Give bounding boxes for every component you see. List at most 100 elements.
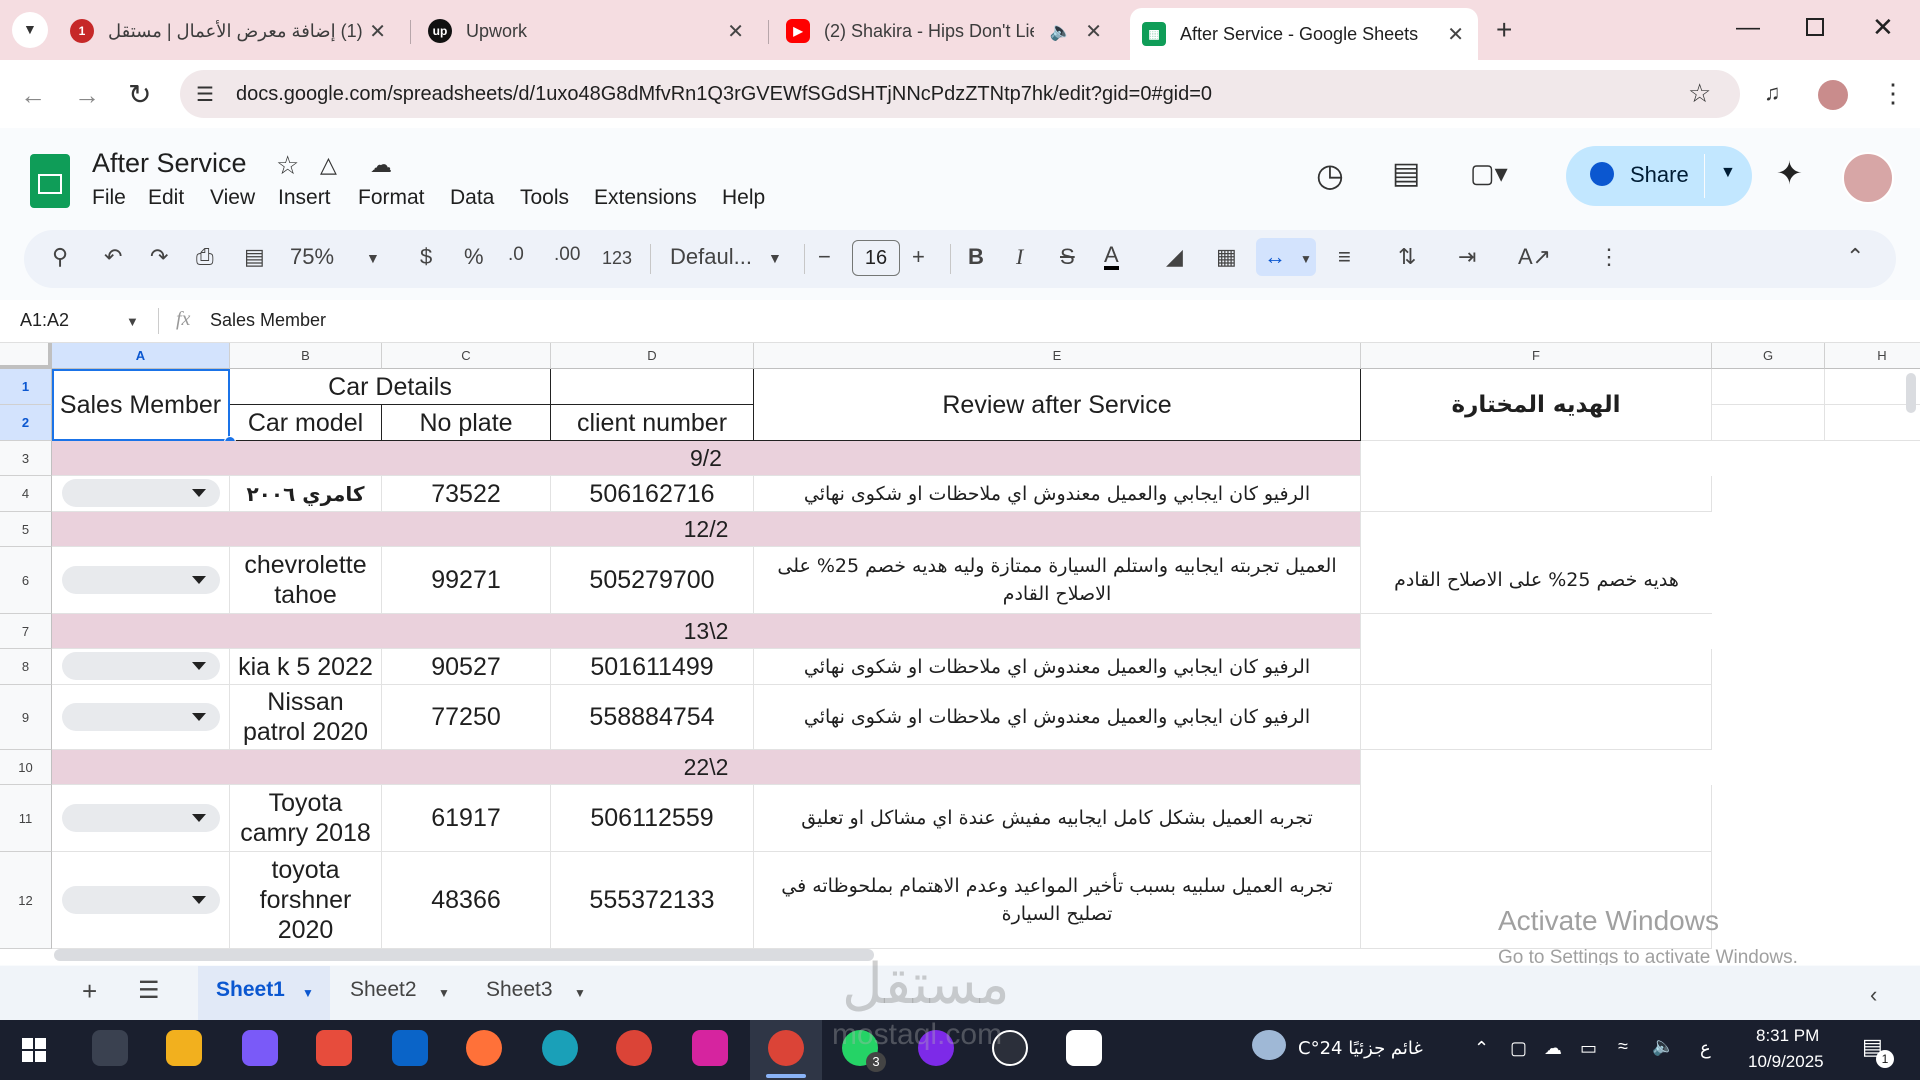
sales-member-dropdown[interactable] xyxy=(62,886,220,914)
date-row-3[interactable]: 9/2 xyxy=(52,441,1361,476)
weather-icon[interactable] xyxy=(1252,1030,1286,1060)
print-icon[interactable]: ⎙ xyxy=(196,244,214,270)
date-row-7[interactable]: 13\2 xyxy=(52,614,1361,649)
decrease-decimal-button[interactable]: .0 xyxy=(508,244,524,266)
browser-menu-icon[interactable]: ⋮ xyxy=(1880,78,1906,109)
menu-help[interactable]: Help xyxy=(722,186,765,210)
column-header-b[interactable]: B xyxy=(230,343,382,369)
menu-insert[interactable]: Insert xyxy=(278,186,331,210)
microsoft-store-icon[interactable] xyxy=(316,1030,352,1066)
url-text[interactable]: docs.google.com/spreadsheets/d/1uxo48G8d… xyxy=(236,83,1212,106)
currency-format-button[interactable]: $ xyxy=(420,244,432,270)
header-car-details[interactable]: Car Details xyxy=(230,369,551,405)
firefox-icon[interactable] xyxy=(466,1030,502,1066)
bookmark-star-icon[interactable]: ☆ xyxy=(1688,78,1711,109)
borders-icon[interactable]: ▦ xyxy=(1216,244,1237,270)
profile-avatar[interactable] xyxy=(1818,80,1848,110)
review-cell[interactable]: الرفيو كان ايجابي والعميل معندوش اي ملاح… xyxy=(754,476,1361,512)
date-row-5[interactable]: 12/2 xyxy=(52,512,1361,547)
text-rotation-icon[interactable]: A↗ xyxy=(1518,244,1551,270)
back-icon[interactable]: ← xyxy=(20,80,46,111)
column-header-e[interactable]: E xyxy=(754,343,1361,369)
row-header-7[interactable]: 7 xyxy=(0,614,52,649)
row-header-8[interactable]: 8 xyxy=(0,649,52,685)
menu-tools[interactable]: Tools xyxy=(520,186,569,210)
sales-member-cell[interactable] xyxy=(52,547,230,614)
header-client-number[interactable]: client number xyxy=(551,405,754,441)
sheet-tab-sheet1[interactable]: Sheet1 xyxy=(216,978,285,1002)
more-options-icon[interactable]: ⋮ xyxy=(1598,244,1620,270)
clock-time[interactable]: 8:31 PM xyxy=(1756,1026,1819,1046)
sheet-tab-sheet3[interactable]: Sheet3 xyxy=(486,978,553,1002)
menu-extensions[interactable]: Extensions xyxy=(594,186,697,210)
copilot-icon[interactable] xyxy=(242,1030,278,1066)
windows-start-icon[interactable] xyxy=(22,1038,46,1062)
italic-button[interactable]: I xyxy=(1016,244,1023,270)
row-header-4[interactable]: 4 xyxy=(0,476,52,512)
zoom-select[interactable]: 75% xyxy=(290,244,334,270)
sales-member-cell[interactable] xyxy=(52,476,230,512)
chevron-down-icon[interactable]: ▼ xyxy=(302,986,314,1000)
close-window-icon[interactable]: ✕ xyxy=(1872,12,1894,43)
clock-date[interactable]: 10/9/2025 xyxy=(1748,1052,1824,1072)
sheets-logo[interactable] xyxy=(30,154,70,208)
increase-decimal-button[interactable]: .00 xyxy=(554,244,580,266)
task-view-icon[interactable] xyxy=(92,1030,128,1066)
star-icon[interactable]: ☆ xyxy=(276,150,299,181)
close-tab-icon[interactable]: ✕ xyxy=(1447,22,1464,47)
close-tab-icon[interactable]: ✕ xyxy=(727,19,744,44)
collapse-sidepanel-icon[interactable]: ‹ xyxy=(1870,982,1877,1008)
plate-cell[interactable]: 99271 xyxy=(382,547,551,614)
column-header-a[interactable]: A xyxy=(52,343,230,369)
restore-icon[interactable] xyxy=(1806,18,1824,36)
edge-icon[interactable] xyxy=(542,1030,578,1066)
fill-color-icon[interactable]: ◢ xyxy=(1166,244,1183,270)
document-title[interactable]: After Service xyxy=(92,148,247,179)
share-button[interactable]: Share ▼ xyxy=(1566,146,1752,206)
move-to-drive-icon[interactable]: △ xyxy=(320,152,337,178)
gift-cell[interactable] xyxy=(1361,476,1712,512)
row-header-5[interactable]: 5 xyxy=(0,512,52,547)
gift-cell[interactable] xyxy=(1361,785,1712,852)
text-color-button[interactable]: A xyxy=(1104,244,1119,270)
all-sheets-icon[interactable]: ☰ xyxy=(138,976,160,1005)
menu-data[interactable]: Data xyxy=(450,186,494,210)
review-cell[interactable]: الرفيو كان ايجابي والعميل معندوش اي ملاح… xyxy=(754,649,1361,685)
column-header-c[interactable]: C xyxy=(382,343,551,369)
car-model-cell[interactable]: kia k 5 2022 xyxy=(230,649,382,685)
sales-member-dropdown[interactable] xyxy=(62,804,220,832)
header-review[interactable]: Review after Service xyxy=(754,369,1361,441)
browser-tab-sheets[interactable]: ▦ After Service - Google Sheets ✕ xyxy=(1130,8,1478,60)
redo-icon[interactable]: ↷ xyxy=(150,244,168,270)
plate-cell[interactable]: 61917 xyxy=(382,785,551,852)
name-box[interactable]: A1:A2 xyxy=(20,310,69,331)
vertical-align-icon[interactable]: ⇅ xyxy=(1398,244,1416,270)
car-model-cell[interactable]: toyota forshner 2020 xyxy=(230,852,382,949)
row-header-2[interactable]: 2 xyxy=(0,405,52,441)
sales-member-dropdown[interactable] xyxy=(62,652,220,680)
version-history-icon[interactable]: ◷ xyxy=(1316,156,1344,194)
weather-text[interactable]: غائم جزئيًا 24°C xyxy=(1298,1038,1423,1059)
sales-member-cell[interactable] xyxy=(52,852,230,949)
horizontal-scrollbar[interactable] xyxy=(54,949,874,961)
car-model-cell[interactable]: Nissan patrol 2020 xyxy=(230,685,382,750)
gift-cell[interactable]: هديه خصم 25% على الاصلاح القادم xyxy=(1361,547,1712,614)
sales-member-cell[interactable] xyxy=(52,649,230,685)
review-cell[interactable]: العميل تجربته ايجابيه واستلم السيارة ممت… xyxy=(754,547,1361,614)
forward-icon[interactable]: → xyxy=(74,80,100,111)
chrome-icon[interactable] xyxy=(616,1030,652,1066)
client-number-cell[interactable]: 506112559 xyxy=(551,785,754,852)
new-tab-icon[interactable]: + xyxy=(1496,14,1512,46)
chrome-profile-icon[interactable] xyxy=(768,1030,804,1066)
header-gift[interactable]: الهديه المختارة xyxy=(1361,369,1712,441)
sales-member-dropdown[interactable] xyxy=(62,703,220,731)
instagram-icon[interactable] xyxy=(692,1030,728,1066)
media-control-icon[interactable]: ♫ xyxy=(1764,80,1781,106)
column-header-h[interactable]: H xyxy=(1825,343,1920,369)
chevron-down-icon[interactable]: ▼ xyxy=(768,250,782,266)
sales-member-cell[interactable] xyxy=(52,785,230,852)
menu-format[interactable]: Format xyxy=(358,186,425,210)
browser-tab-youtube[interactable]: ▶ (2) Shakira - Hips Don't Lie 🔈 ✕ xyxy=(786,8,1116,54)
file-explorer-icon[interactable] xyxy=(166,1030,202,1066)
date-row-10[interactable]: 22\2 xyxy=(52,750,1361,785)
